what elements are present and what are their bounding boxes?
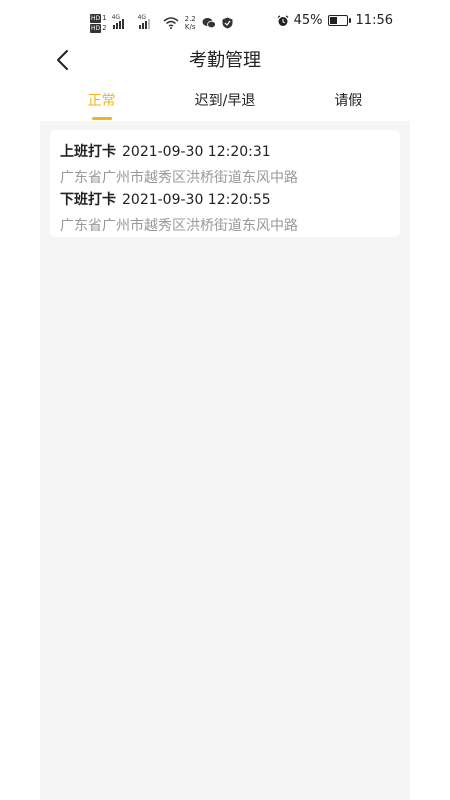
wechat-icon bbox=[202, 18, 216, 29]
network-speed: 2.2 K/s bbox=[185, 15, 196, 31]
status-left: HD 1 HD 2 4G 4G 2.2 K/s bbox=[90, 12, 233, 34]
clock-time: 11:56 bbox=[355, 13, 393, 28]
record-address: 广东省广州市越秀区洪桥街道东风中路 bbox=[60, 218, 298, 234]
tab-late-early[interactable]: 迟到/早退 bbox=[163, 86, 286, 120]
status-right: 45% 11:56 bbox=[277, 13, 393, 28]
record-item: 上班打卡 2021-09-30 12:20:31 广东省广州市越秀区洪桥街道东风中… bbox=[60, 141, 298, 187]
hd-indicators: HD 1 HD 2 bbox=[90, 13, 107, 33]
shield-icon bbox=[222, 17, 233, 29]
network-type-label: 4G bbox=[111, 14, 121, 21]
tab-leave[interactable]: 请假 bbox=[287, 86, 410, 120]
hd-indicator-2: HD 2 bbox=[90, 23, 107, 33]
page-title: 考勤管理 bbox=[189, 50, 261, 71]
tab-active-indicator bbox=[91, 117, 112, 120]
tab-normal[interactable]: 正常 bbox=[40, 86, 163, 120]
record-address: 广东省广州市越秀区洪桥街道东风中路 bbox=[60, 170, 298, 186]
speed-unit: K/s bbox=[184, 23, 196, 31]
tab-label: 迟到/早退 bbox=[194, 93, 256, 109]
hd-label: HD bbox=[90, 13, 102, 23]
battery-percentage: 45% bbox=[293, 13, 323, 28]
tab-label: 请假 bbox=[334, 93, 363, 109]
speed-value: 2.2 bbox=[184, 15, 196, 23]
record-datetime: 2021-09-30 12:20:31 bbox=[122, 144, 271, 160]
record-datetime: 2021-09-30 12:20:55 bbox=[122, 192, 271, 208]
records-panel: 上班打卡 2021-09-30 12:20:31 广东省广州市越秀区洪桥街道东风中… bbox=[40, 121, 410, 800]
record-header: 上班打卡 2021-09-30 12:20:31 bbox=[60, 141, 298, 161]
wifi-icon bbox=[163, 17, 179, 29]
hd-label: HD bbox=[90, 23, 102, 33]
record-item: 下班打卡 2021-09-30 12:20:55 广东省广州市越秀区洪桥街道东风中… bbox=[60, 189, 298, 235]
signal-icon-sim1: 4G bbox=[111, 14, 127, 29]
battery-icon bbox=[327, 15, 351, 26]
network-type-label: 4G bbox=[137, 14, 147, 21]
record-type: 上班打卡 bbox=[60, 144, 116, 160]
signal-icon-sim2: 4G bbox=[137, 14, 153, 29]
hd-indicator-1: HD 1 bbox=[90, 13, 107, 23]
attendance-card: 上班打卡 2021-09-30 12:20:31 广东省广州市越秀区洪桥街道东风中… bbox=[50, 130, 400, 237]
tab-bar: 正常 迟到/早退 请假 bbox=[40, 86, 410, 120]
status-bar: HD 1 HD 2 4G 4G 2.2 K/s 45% 11:56 bbox=[0, 0, 450, 44]
hd-sim-number: 2 bbox=[102, 23, 107, 32]
alarm-icon bbox=[277, 14, 289, 26]
record-header: 下班打卡 2021-09-30 12:20:55 bbox=[60, 189, 298, 209]
hd-sim-number: 1 bbox=[102, 13, 107, 22]
record-type: 下班打卡 bbox=[60, 192, 116, 208]
app-header: 考勤管理 bbox=[0, 44, 450, 76]
tab-label: 正常 bbox=[87, 93, 116, 109]
